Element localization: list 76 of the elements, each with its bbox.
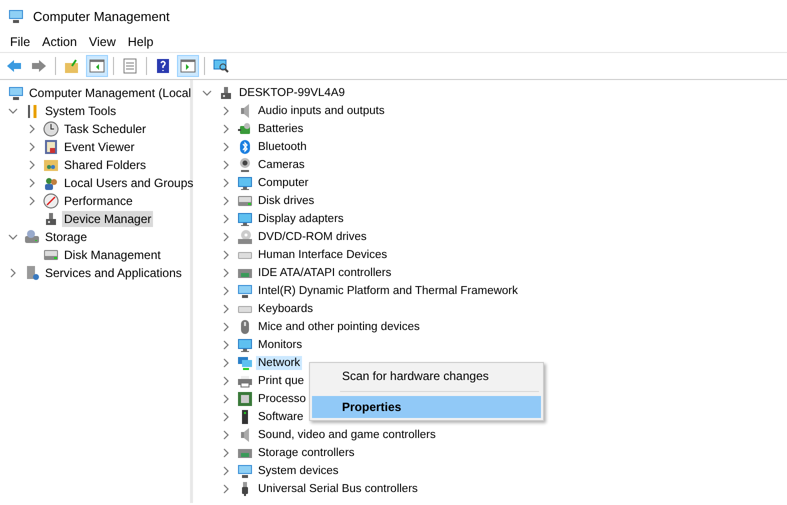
tree-item[interactable]: Universal Serial Bus controllers [256,482,420,496]
tree-item[interactable]: Mice and other pointing devices [256,320,422,334]
tree-item[interactable]: System Tools [43,103,118,119]
tree-item[interactable]: DESKTOP-99VL4A9 [237,86,347,100]
tree-item[interactable]: Task Scheduler [62,121,148,137]
menu-item[interactable]: Scan for hardware changes [312,365,541,387]
tree-item[interactable]: Intel(R) Dynamic Platform and Thermal Framework [256,284,520,298]
log-book-icon [43,139,59,155]
tree-item[interactable]: System devices [256,464,341,478]
chip-icon [237,391,253,407]
device-icon [43,211,59,227]
menu-item[interactable]: Action [36,35,83,49]
monitor-icon [237,175,253,191]
users-icon [43,175,59,191]
collapse-chevron-icon[interactable] [8,106,18,116]
menu-item[interactable]: File [4,35,36,49]
tree-item[interactable]: Storage controllers [256,446,357,460]
network-monitors-icon [237,355,253,371]
expand-chevron-icon[interactable] [27,142,37,152]
tree-item[interactable]: Device Manager [62,211,154,227]
tree-item[interactable]: IDE ATA/ATAPI controllers [256,266,394,280]
tree-item[interactable]: Batteries [256,122,306,136]
computer-icon [8,8,24,24]
server-icon [24,265,40,281]
tree-item[interactable]: Storage [43,229,90,245]
tree-item[interactable]: Computer [256,176,310,190]
expand-chevron-icon[interactable] [27,196,37,206]
monitor-icon [237,337,253,353]
tree-item[interactable]: Shared Folders [62,157,148,173]
tree-item[interactable]: DVD/CD-ROM drives [256,230,369,244]
tree-item[interactable]: Event Viewer [62,139,136,155]
menu-item[interactable]: View [82,35,122,49]
disc-drive-icon [237,229,253,245]
drive-icon [237,193,253,209]
tree-item[interactable]: Services and Applications [43,265,184,281]
menu-item[interactable]: Properties [312,396,541,418]
tree-item[interactable]: Monitors [256,338,304,352]
tree-item[interactable]: Network [256,356,302,370]
tree-item[interactable]: Disk drives [256,194,316,208]
battery-icon [237,121,253,137]
computer-icon [237,283,253,299]
action-pane-icon[interactable] [177,55,199,77]
printer-icon [237,373,253,389]
tree-item[interactable]: Disk Management [62,247,163,263]
expand-chevron-icon[interactable] [8,268,18,278]
collapse-chevron-icon[interactable] [202,88,212,98]
window-title: Computer Management [33,8,170,24]
tree-item[interactable]: Processo [256,392,308,406]
clock-icon [43,121,59,137]
collapse-chevron-icon[interactable] [8,232,18,242]
tree-item[interactable]: Computer Management (Local [27,85,194,101]
expand-chevron-icon[interactable] [27,160,37,170]
monitor-icon [237,211,253,227]
computer-icon [237,463,253,479]
storage-icon [24,229,40,245]
tree-item[interactable]: Print que [256,374,306,388]
console-tree-icon[interactable] [86,55,108,77]
expand-chevron-icon[interactable] [27,124,37,134]
drive-icon [43,247,59,263]
device-icon [218,85,234,101]
tree-item[interactable]: Keyboards [256,302,315,316]
tree-item[interactable]: Cameras [256,158,307,172]
tree-item[interactable]: Software [256,410,306,424]
bluetooth-icon [237,139,253,155]
expand-chevron-icon[interactable] [27,178,37,188]
tree-item[interactable]: Human Interface Devices [256,248,390,262]
menu-item[interactable]: Help [122,35,160,49]
shared-folder-icon [43,157,59,173]
webcam-icon [237,157,253,173]
tree-item[interactable]: Bluetooth [256,140,309,154]
tree-item[interactable]: Display adapters [256,212,346,226]
tree-item[interactable]: Local Users and Groups [62,175,196,191]
computer-icon [8,85,24,101]
tree-item[interactable]: Performance [62,193,135,209]
tree-item[interactable]: Sound, video and game controllers [256,428,438,442]
tree-item[interactable]: Audio inputs and outputs [256,104,387,118]
